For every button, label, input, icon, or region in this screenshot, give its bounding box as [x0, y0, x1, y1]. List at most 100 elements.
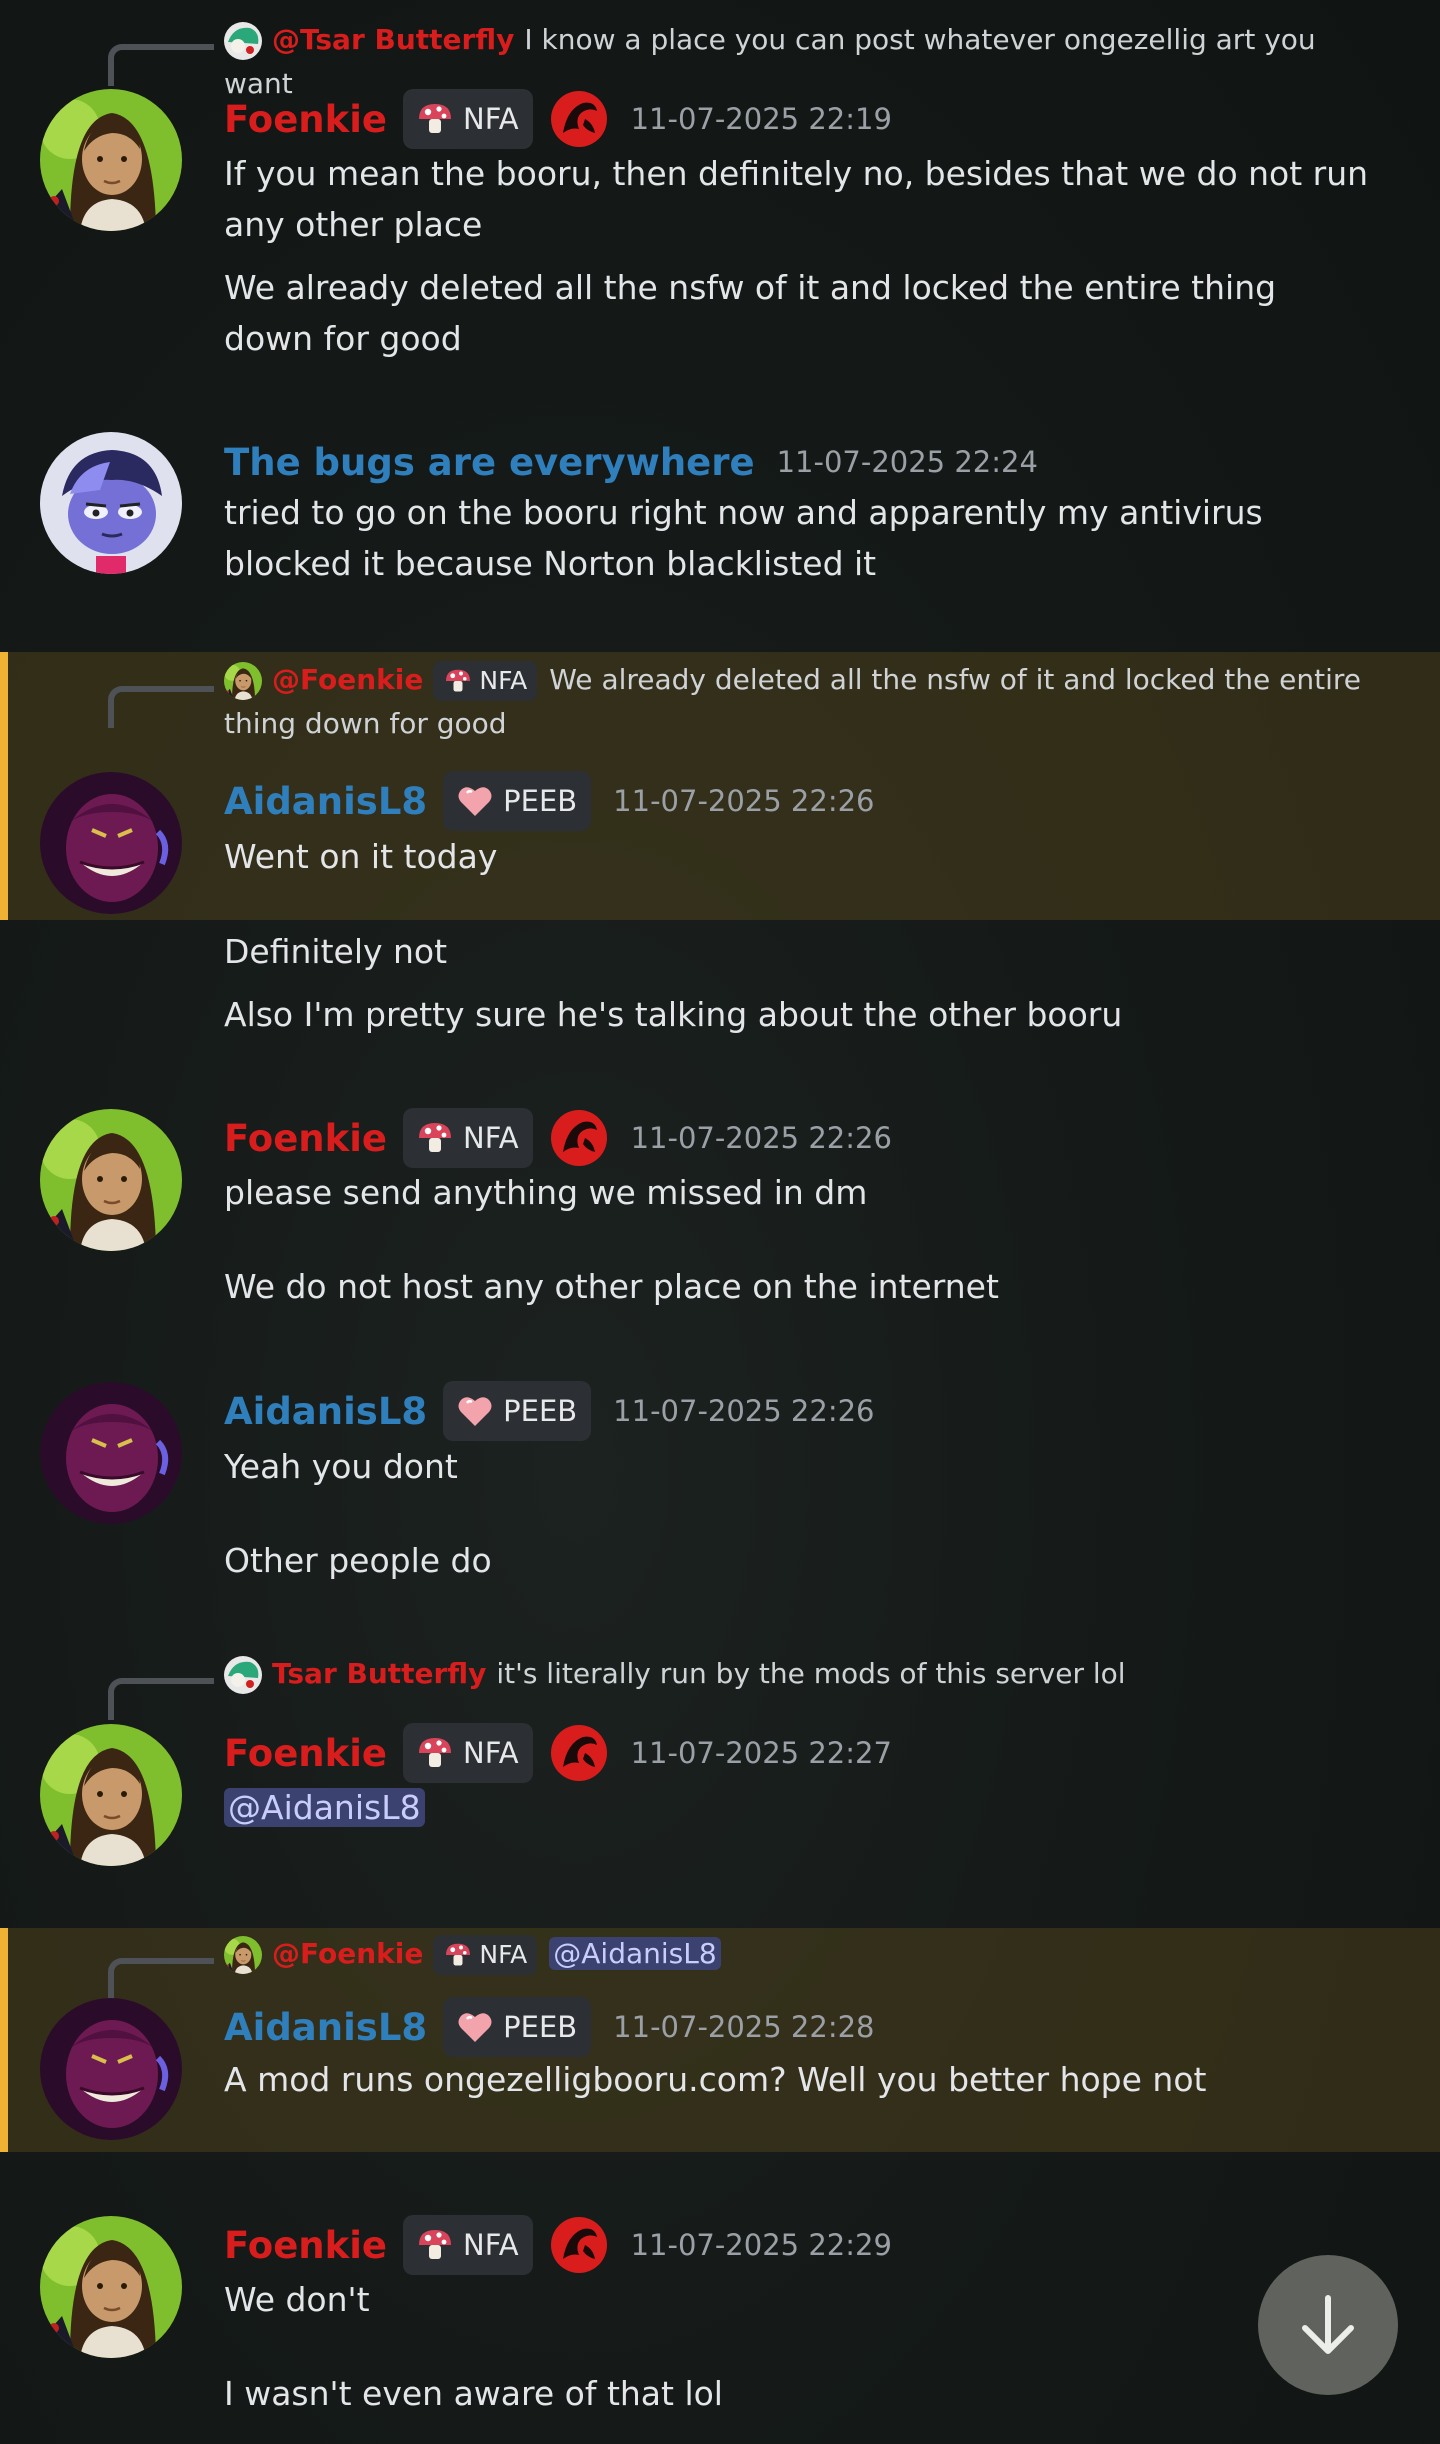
message-header: AidanisL8 PEEB 11-07-2025 22:26 — [224, 1380, 875, 1442]
message-text: If you mean the booru, then definitely n… — [224, 154, 1369, 244]
role-tag-label: NFA — [463, 1121, 519, 1155]
mushroom-icon — [415, 99, 455, 139]
role-tag[interactable]: PEEB — [443, 1381, 592, 1441]
username[interactable]: AidanisL8 — [224, 1390, 427, 1433]
role-tag[interactable]: PEEB — [443, 1997, 592, 2057]
reply-avatar — [224, 662, 262, 700]
message-1: @Tsar Butterfly I know a place you can po… — [0, 0, 1440, 380]
message-header: AidanisL8 PEEB 11-07-2025 22:26 — [224, 770, 875, 832]
avatar[interactable] — [40, 89, 182, 231]
role-tag[interactable]: NFA — [403, 2215, 533, 2275]
username[interactable]: The bugs are everywhere — [224, 441, 755, 484]
message-text: Also I'm pretty sure he's talking about … — [224, 995, 1123, 1034]
message-text: We already deleted all the nsfw of it an… — [224, 268, 1277, 358]
reply-connector — [108, 686, 214, 728]
reply-author[interactable]: @Foenkie — [272, 663, 423, 696]
heart-icon — [455, 1391, 495, 1431]
timestamp: 11-07-2025 22:27 — [630, 1736, 892, 1770]
timestamp: 11-07-2025 22:26 — [613, 784, 875, 818]
message-header: Foenkie NFA 11-07-2025 22:26 — [224, 1107, 892, 1169]
message-text: Went on it today — [224, 837, 498, 876]
role-tag-label: PEEB — [503, 1394, 578, 1428]
arrow-down-icon — [1302, 2295, 1354, 2354]
message-5: AidanisL8 PEEB 11-07-2025 22:26 Yeah you… — [0, 1364, 1440, 1604]
reply-connector — [108, 44, 214, 86]
role-tag-label: NFA — [463, 102, 519, 136]
chat-log: @Tsar Butterfly I know a place you can po… — [0, 0, 1440, 2444]
message-4: Foenkie NFA 11-07-2025 22:26 please send… — [0, 1090, 1440, 1330]
avatar[interactable] — [40, 2216, 182, 2358]
message-header: AidanisL8 PEEB 11-07-2025 22:28 — [224, 1996, 875, 2058]
reply-connector — [108, 1678, 214, 1720]
message-text: Yeah you dont — [224, 1447, 458, 1486]
hollow-knight-icon — [549, 89, 609, 149]
message-header: Foenkie NFA 11-07-2025 22:29 — [224, 2214, 892, 2276]
timestamp: 11-07-2025 22:26 — [630, 1121, 892, 1155]
username[interactable]: Foenkie — [224, 2224, 387, 2267]
message-text: I wasn't even aware of that lol — [224, 2374, 723, 2413]
message-2: The bugs are everywhere 11-07-2025 22:24… — [0, 400, 1440, 650]
timestamp: 11-07-2025 22:28 — [613, 2010, 875, 2044]
avatar[interactable] — [40, 1724, 182, 1866]
message-header: Foenkie NFA 11-07-2025 22:27 — [224, 1722, 892, 1784]
reply-author[interactable]: Tsar Butterfly — [272, 1657, 486, 1690]
message-text: We do not host any other place on the in… — [224, 1267, 999, 1306]
heart-icon — [455, 2007, 495, 2047]
reply-avatar — [224, 1936, 262, 1974]
avatar[interactable] — [40, 772, 182, 914]
reply-author[interactable]: @Tsar Butterfly — [272, 23, 514, 56]
username[interactable]: Foenkie — [224, 1732, 387, 1775]
avatar[interactable] — [40, 1998, 182, 2140]
reply-role-tag-label: NFA — [479, 666, 528, 695]
username[interactable]: AidanisL8 — [224, 780, 427, 823]
message-text: We don't — [224, 2280, 370, 2319]
reply-connector — [108, 1958, 214, 2000]
reply-preview[interactable]: Tsar Butterfly it's literally run by the … — [224, 1652, 1374, 1696]
role-tag-label: NFA — [463, 2228, 519, 2262]
user-mention[interactable]: @AidanisL8 — [224, 1788, 425, 1827]
message-text: Definitely not — [224, 932, 448, 971]
username[interactable]: AidanisL8 — [224, 2006, 427, 2049]
message-header: The bugs are everywhere 11-07-2025 22:24 — [224, 431, 1038, 493]
heart-icon — [455, 781, 495, 821]
message-text: please send anything we missed in dm — [224, 1173, 868, 1212]
timestamp: 11-07-2025 22:29 — [630, 2228, 892, 2262]
mushroom-icon — [443, 666, 473, 696]
reply-role-tag: NFA — [433, 1935, 538, 1975]
mushroom-icon — [415, 2225, 455, 2265]
message-6: Tsar Butterfly it's literally run by the … — [0, 1640, 1440, 1920]
role-tag[interactable]: NFA — [403, 1723, 533, 1783]
reply-preview[interactable]: @Foenkie NFA @AidanisL8 — [224, 1932, 1374, 1976]
reply-mention[interactable]: @AidanisL8 — [549, 1937, 721, 1970]
reply-text: it's literally run by the mods of this s… — [496, 1657, 1126, 1690]
avatar[interactable] — [40, 1382, 182, 1524]
avatar[interactable] — [40, 1109, 182, 1251]
message-7-mention: @Foenkie NFA @AidanisL8 AidanisL8 PEEB 11-… — [0, 1928, 1440, 2152]
message-header: Foenkie NFA 11-07-2025 22:19 — [224, 88, 892, 150]
role-tag[interactable]: NFA — [403, 89, 533, 149]
avatar[interactable] — [40, 432, 182, 574]
role-tag-label: NFA — [463, 1736, 519, 1770]
reply-author[interactable]: @Foenkie — [272, 1937, 423, 1970]
hollow-knight-icon — [549, 1723, 609, 1783]
username[interactable]: Foenkie — [224, 98, 387, 141]
message-8: Foenkie NFA 11-07-2025 22:29 We don't I … — [0, 2180, 1440, 2444]
timestamp: 11-07-2025 22:24 — [776, 445, 1038, 479]
reply-avatar — [224, 1656, 262, 1694]
scroll-to-bottom-button[interactable] — [1258, 2255, 1398, 2395]
message-3-mention: @Foenkie NFA We already deleted all the ns… — [0, 652, 1440, 920]
message-text: Other people do — [224, 1541, 492, 1580]
timestamp: 11-07-2025 22:19 — [630, 102, 892, 136]
mushroom-icon — [443, 1940, 473, 1970]
reply-role-tag: NFA — [433, 661, 538, 701]
role-tag[interactable]: NFA — [403, 1108, 533, 1168]
role-tag-label: PEEB — [503, 784, 578, 818]
message-text: A mod runs ongezelligbooru.com? Well you… — [224, 2060, 1207, 2099]
reply-avatar — [224, 22, 262, 60]
hollow-knight-icon — [549, 2215, 609, 2275]
username[interactable]: Foenkie — [224, 1117, 387, 1160]
message-text: @AidanisL8 — [224, 1782, 1374, 1833]
role-tag[interactable]: PEEB — [443, 771, 592, 831]
role-tag-label: PEEB — [503, 2010, 578, 2044]
reply-preview[interactable]: @Foenkie NFA We already deleted all the ns… — [224, 658, 1374, 746]
